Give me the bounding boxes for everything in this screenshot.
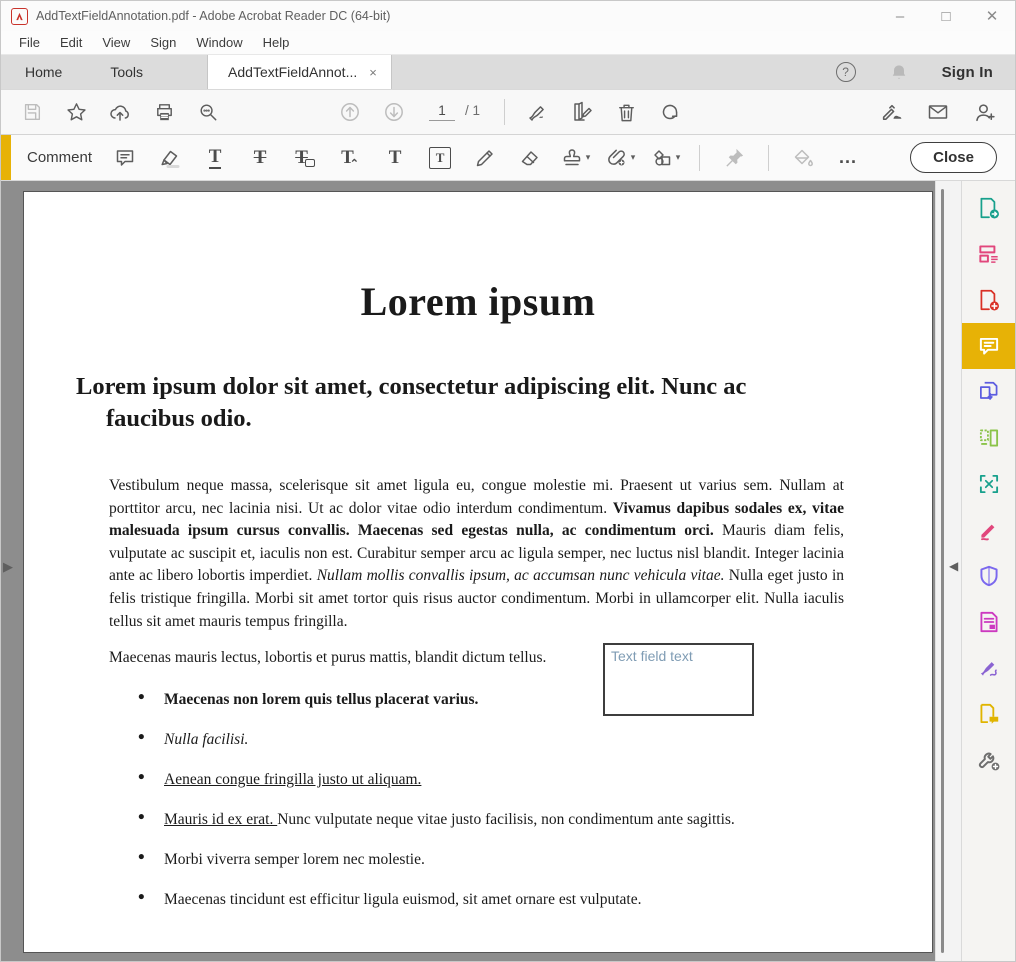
sidebar-compress-pdf-icon[interactable] xyxy=(962,461,1015,507)
tab-close-icon[interactable]: × xyxy=(369,65,377,80)
cloud-upload-icon[interactable] xyxy=(103,95,137,129)
email-icon[interactable] xyxy=(921,95,955,129)
tools-sidebar xyxy=(961,181,1015,961)
tab-tools[interactable]: Tools xyxy=(86,55,167,89)
tab-document-label: AddTextFieldAnnot... xyxy=(228,64,357,80)
strikethrough-text-icon[interactable]: T xyxy=(243,141,277,175)
favorite-star-icon[interactable] xyxy=(59,95,93,129)
add-text-box-icon[interactable]: T xyxy=(423,141,457,175)
menu-edit[interactable]: Edit xyxy=(50,35,92,50)
menu-sign[interactable]: Sign xyxy=(140,35,186,50)
text-field-annotation[interactable]: Text field text xyxy=(603,643,754,716)
sidebar-combine-files-icon[interactable] xyxy=(962,369,1015,415)
sidebar-fill-and-sign-icon[interactable] xyxy=(962,507,1015,553)
minimize-button[interactable]: – xyxy=(877,1,923,31)
main-toolbar: 1 / 1 xyxy=(1,89,1015,135)
erase-icon[interactable] xyxy=(513,141,547,175)
list-item: Maecenas tincidunt est efficitur ligula … xyxy=(164,889,862,911)
comment-toolbar: Comment T T T T⌃ T T ▾ xyxy=(1,135,1015,181)
menu-bar: File Edit View Sign Window Help xyxy=(1,31,1015,54)
underline-text-icon[interactable]: T xyxy=(198,141,232,175)
comment-accent-bar xyxy=(1,135,11,180)
document-viewport[interactable]: ▶ Lorem ipsum Lorem ipsum dolor sit amet… xyxy=(1,181,935,961)
print-icon[interactable] xyxy=(147,95,181,129)
highlight-text-icon[interactable] xyxy=(153,141,187,175)
maximize-button[interactable]: □ xyxy=(923,1,969,31)
next-page-icon[interactable] xyxy=(377,95,411,129)
draw-pencil-icon[interactable] xyxy=(468,141,502,175)
replace-text-icon[interactable]: T xyxy=(288,141,322,175)
sticky-note-icon[interactable] xyxy=(108,141,142,175)
window-controls: – □ ✕ xyxy=(877,1,1015,31)
sidebar-redact-icon[interactable] xyxy=(962,599,1015,645)
sidebar-comment-icon[interactable] xyxy=(962,323,1015,369)
drawing-shapes-icon[interactable]: ▾ xyxy=(648,141,682,175)
scrollbar-thumb[interactable] xyxy=(941,189,944,953)
list-item: Mauris id ex erat. Nunc vulputate neque … xyxy=(164,809,862,831)
sidebar-organize-pages-icon[interactable] xyxy=(962,415,1015,461)
save-icon[interactable] xyxy=(15,95,49,129)
window-title: AddTextFieldAnnotation.pdf - Adobe Acrob… xyxy=(36,9,390,23)
sidebar-export-pdf-icon[interactable] xyxy=(962,185,1015,231)
expand-left-panel-icon[interactable]: ▶ xyxy=(3,559,13,575)
list-item: Aenean congue fringilla justo ut aliquam… xyxy=(164,769,862,791)
doc-heading: Lorem ipsum dolor sit amet, consectetur … xyxy=(24,371,932,435)
sign-in-button[interactable]: Sign In xyxy=(942,64,993,81)
tab-home[interactable]: Home xyxy=(1,55,86,89)
doc-paragraph-1: Vestibulum neque massa, scelerisque sit … xyxy=(109,475,844,633)
vertical-scrollbar[interactable] xyxy=(935,181,948,961)
list-item: Maecenas non lorem quis tellus placerat … xyxy=(164,689,862,711)
sidebar-request-signatures-icon[interactable] xyxy=(962,691,1015,737)
previous-page-icon[interactable] xyxy=(333,95,367,129)
content-area: ▶ Lorem ipsum Lorem ipsum dolor sit amet… xyxy=(1,181,1015,961)
sidebar-protect-icon[interactable] xyxy=(962,553,1015,599)
sidebar-edit-pdf-icon[interactable] xyxy=(962,231,1015,277)
page-navigation: 1 / 1 xyxy=(429,103,480,121)
collapse-right-panel-icon[interactable]: ◀ xyxy=(949,559,958,573)
title-bar: AddTextFieldAnnotation.pdf - Adobe Acrob… xyxy=(1,1,1015,31)
comment-toolbar-label: Comment xyxy=(27,149,92,166)
tab-bar: Home Tools AddTextFieldAnnot... × ? Sign… xyxy=(1,54,1015,89)
doc-bullet-list: Maecenas non lorem quis tellus placerat … xyxy=(24,689,932,911)
fill-and-sign-icon[interactable] xyxy=(565,95,599,129)
sidebar-create-pdf-icon[interactable] xyxy=(962,277,1015,323)
attach-file-icon[interactable]: ▾ xyxy=(603,141,637,175)
sidebar-more-tools-icon[interactable] xyxy=(962,737,1015,783)
list-item: Nulla facilisi. xyxy=(164,729,862,751)
menu-file[interactable]: File xyxy=(9,35,50,50)
menu-view[interactable]: View xyxy=(92,35,140,50)
share-add-user-icon[interactable] xyxy=(967,95,1001,129)
insert-text-icon[interactable]: T⌃ xyxy=(333,141,367,175)
color-picker-icon[interactable] xyxy=(786,141,820,175)
sidebar-certificates-icon[interactable] xyxy=(962,645,1015,691)
menu-help[interactable]: Help xyxy=(253,35,300,50)
keep-tool-selected-pin-icon[interactable] xyxy=(717,141,751,175)
doc-title: Lorem ipsum xyxy=(24,278,932,325)
page-total-label: / 1 xyxy=(465,103,480,118)
close-window-button[interactable]: ✕ xyxy=(969,1,1015,31)
page-number-input[interactable]: 1 xyxy=(429,103,455,121)
send-for-signature-icon[interactable] xyxy=(875,95,909,129)
pdf-page: Lorem ipsum Lorem ipsum dolor sit amet, … xyxy=(23,191,933,953)
list-item: Morbi viverra semper lorem nec molestie. xyxy=(164,849,862,871)
stamp-icon[interactable]: ▾ xyxy=(558,141,592,175)
close-comment-button[interactable]: Close xyxy=(910,142,997,173)
notifications-bell-icon[interactable] xyxy=(882,55,916,89)
add-text-comment-icon[interactable]: T xyxy=(378,141,412,175)
sign-pen-icon[interactable] xyxy=(521,95,555,129)
delete-trash-icon[interactable] xyxy=(609,95,643,129)
search-icon[interactable] xyxy=(191,95,225,129)
menu-window[interactable]: Window xyxy=(186,35,252,50)
more-options-button[interactable]: ... xyxy=(831,147,865,168)
acrobat-logo-icon xyxy=(11,8,28,25)
rotate-view-icon[interactable] xyxy=(653,95,687,129)
acrobat-window: AddTextFieldAnnotation.pdf - Adobe Acrob… xyxy=(0,0,1016,962)
text-field-value: Text field text xyxy=(611,648,693,664)
help-icon[interactable]: ? xyxy=(836,62,856,82)
tab-document[interactable]: AddTextFieldAnnot... × xyxy=(207,55,392,89)
